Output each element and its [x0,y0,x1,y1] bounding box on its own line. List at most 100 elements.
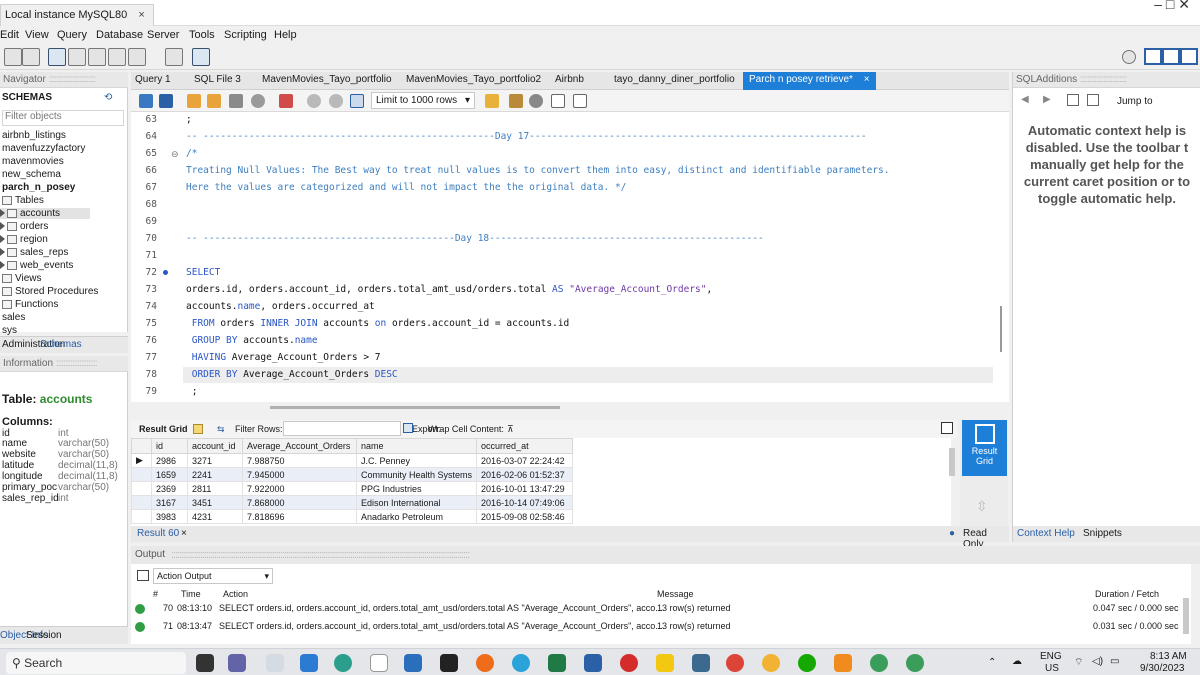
grid-view-icon[interactable] [193,424,203,434]
editor-vertical-scrollbar[interactable] [1000,306,1002,352]
schema-item[interactable]: mavenmovies [2,156,64,167]
cell[interactable]: 2241 [187,467,243,482]
auto-help-icon[interactable] [1087,94,1099,106]
tab-schemas[interactable]: Schemas [40,339,82,350]
close-query-tab-icon[interactable]: × [864,74,870,85]
filter-objects-input[interactable]: Filter objects [2,110,124,126]
clock-date[interactable]: 9/30/2023 [1140,663,1185,674]
tab-context-help[interactable]: Context Help [1017,528,1075,539]
menu-database[interactable]: Database [96,29,143,41]
chrome-profile-icon[interactable] [870,654,888,672]
query-tab[interactable]: Airbnb [555,74,584,85]
menu-tools[interactable]: Tools [189,29,215,41]
reconnect-icon[interactable] [192,48,210,66]
battery-icon[interactable]: ▭ [1110,656,1119,667]
procedures-node[interactable]: Stored Procedures [2,286,98,297]
result-grid-button[interactable]: Result Grid [962,420,1007,476]
grid-scrollbar[interactable] [949,448,955,476]
explain-icon[interactable] [229,94,243,108]
cell[interactable]: Edison International [355,495,478,510]
expand-arrow-icon[interactable] [0,209,5,218]
settings-gear-icon[interactable] [1122,50,1136,64]
beautify-icon[interactable] [509,94,523,108]
table-item-selected[interactable]: accounts [0,208,90,219]
scroll-panel-icon[interactable]: ⇳ [976,498,988,515]
forward-icon[interactable]: ▶ [1043,94,1051,105]
query-tab[interactable]: Query 1 [135,74,171,85]
output-row-action[interactable]: SELECT orders.id, orders.account_id, ord… [219,621,663,631]
cell[interactable]: 4231 [187,509,243,524]
output-row-action[interactable]: SELECT orders.id, orders.account_id, ord… [219,603,663,613]
cell[interactable]: 7.818696 [242,509,357,524]
cell[interactable]: 2369 [151,481,188,496]
app-icon[interactable] [834,654,852,672]
table-row[interactable]: 3167 3451 7.868000 Edison International … [131,495,574,510]
cell[interactable]: 2016-10-14 07:49:06 [476,495,574,510]
table-item[interactable]: web_events [0,260,73,271]
cell[interactable]: 7.945000 [242,467,357,482]
cell[interactable]: 7.922000 [242,481,357,496]
refresh-schemas-icon[interactable]: ⟲ [104,92,112,103]
cell[interactable]: 7.988750 [242,453,357,468]
wrap-lines-icon[interactable] [573,94,587,108]
cell[interactable]: 2016-02-06 01:52:37 [476,467,574,482]
opera-icon[interactable] [620,654,638,672]
tab-session[interactable]: Session [26,630,62,641]
network-icon[interactable]: ☁ [1012,656,1022,667]
clock-time[interactable]: 8:13 AM [1150,651,1187,662]
execute-current-icon[interactable] [207,94,221,108]
schema-item[interactable]: sales [2,312,25,323]
menu-help[interactable]: Help [274,29,297,41]
menu-query[interactable]: Query [57,29,87,41]
close-result-tab-icon[interactable]: × [181,528,187,539]
wifi-icon[interactable]: ⌔ [1074,656,1083,669]
manual-help-icon[interactable] [1067,94,1079,106]
tray-chevron-icon[interactable]: ⌃ [988,657,996,668]
functions-node[interactable]: Functions [2,299,58,310]
task-view-icon[interactable] [196,654,214,672]
region-indicator[interactable]: US [1045,663,1059,674]
app-icon[interactable] [762,654,780,672]
column-header[interactable]: id [151,438,188,454]
firefox-icon[interactable] [476,654,494,672]
menu-edit[interactable]: Edit [0,29,19,41]
cell[interactable]: Community Health Systems [355,467,478,482]
cell[interactable]: J.C. Penney [355,453,478,468]
commit-icon[interactable] [307,94,321,108]
word-icon[interactable] [584,654,602,672]
copy-output-icon[interactable] [137,570,149,581]
query-tab[interactable]: SQL File 3 [194,74,241,85]
upwork-icon[interactable] [798,654,816,672]
edge-icon[interactable] [334,654,352,672]
file-explorer-icon[interactable] [266,654,284,672]
export-icon[interactable] [403,423,413,433]
table-row[interactable]: 1659 2241 7.945000 Community Health Syst… [131,467,574,482]
vscode-icon[interactable] [404,654,422,672]
menu-scripting[interactable]: Scripting [224,29,267,41]
table-item[interactable]: region [0,234,48,245]
rollback-icon[interactable] [329,94,343,108]
wrap-cell-icon[interactable]: ⊼ [507,424,514,435]
column-header[interactable]: name [355,438,478,454]
expand-arrow-icon[interactable] [0,222,5,231]
cell[interactable]: 7.868000 [242,495,357,510]
table-row[interactable]: 3983 4231 7.818696 Anadarko Petroleum 20… [131,509,574,524]
powerbi-icon[interactable] [656,654,674,672]
tab-snippets[interactable]: Snippets [1083,528,1122,539]
query-tab[interactable]: MavenMovies_Tayo_portfolio2 [406,74,541,85]
cell[interactable]: 3167 [151,495,188,510]
result-tab[interactable]: Result 60 [137,528,179,539]
connection-tab[interactable]: Local instance MySQL80 × [0,4,154,26]
limit-rows-select[interactable]: Limit to 1000 rows ▾ [371,92,475,109]
window-controls[interactable]: – □ ✕ [1154,0,1190,13]
cell[interactable]: 2015-09-08 02:58:46 [476,509,574,524]
menu-view[interactable]: View [25,29,49,41]
table-row[interactable]: 2369 2811 7.922000 PPG Industries 2016-1… [131,481,574,496]
output-type-select[interactable]: Action Output ▾ [153,568,273,584]
column-header[interactable]: Average_Account_Orders [242,438,357,454]
chrome-profile-icon[interactable] [906,654,924,672]
cell[interactable]: 3271 [187,453,243,468]
schema-item[interactable]: sys [2,325,17,336]
amazon-icon[interactable] [370,654,388,672]
table-item[interactable]: orders [0,221,48,232]
